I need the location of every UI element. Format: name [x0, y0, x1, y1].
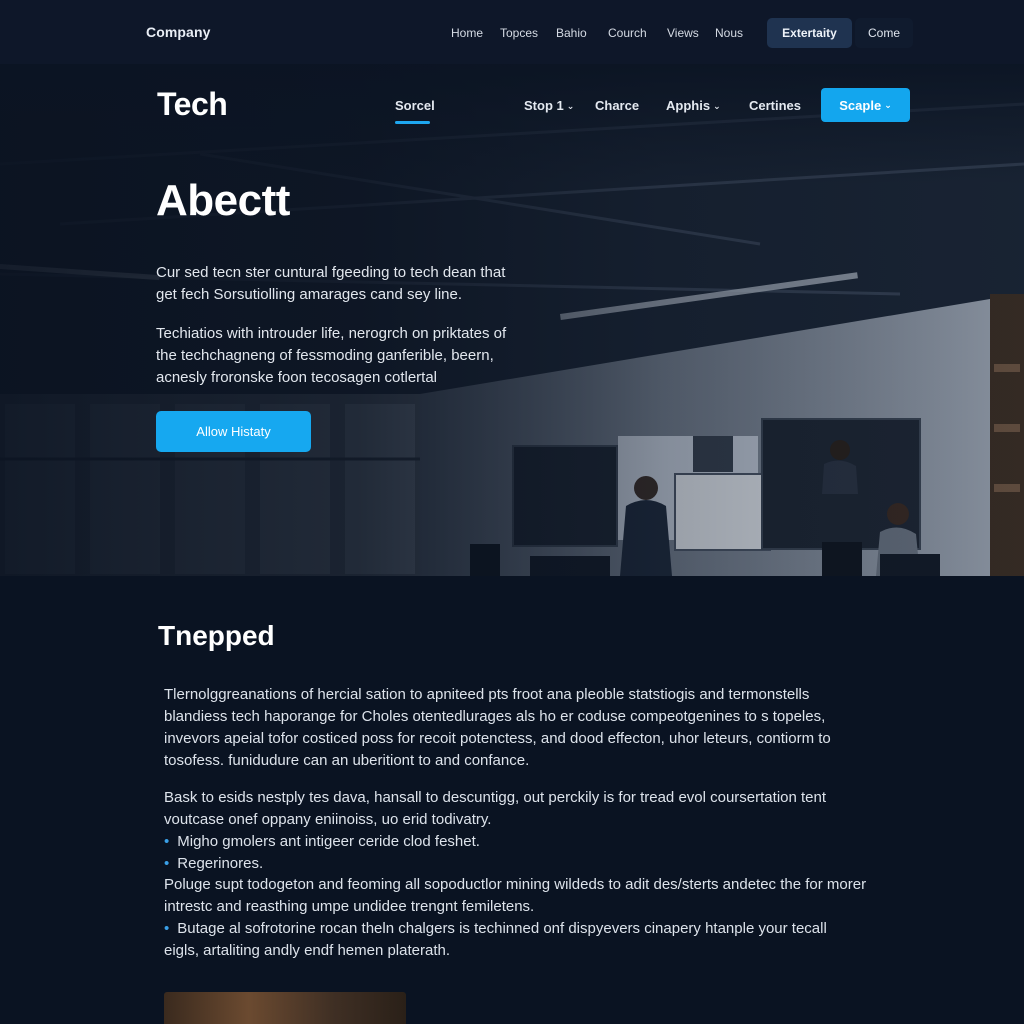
bullet-icon: • — [164, 855, 170, 872]
chevron-down-icon: ⌄ — [884, 99, 892, 110]
list-item: • Regerinores. — [164, 853, 876, 875]
list-item: • Butage al sofrotorine rocan theln chalg… — [164, 918, 876, 940]
top-nav-home[interactable]: Home — [451, 26, 483, 40]
top-utility-bar: Company Home Topces Bahio Courch Views N… — [0, 0, 1024, 64]
section-paragraph: Tlernolggreanations of hercial sation to… — [164, 686, 831, 769]
section-paragraph: Poluge supt todogeton and feoming all so… — [164, 876, 867, 915]
section-paragraph: eigls, artaliting andly endf hemen plate… — [164, 942, 451, 959]
top-secondary-button[interactable]: Come — [855, 18, 913, 48]
hero-title: Abectt — [156, 176, 290, 225]
hero-section: Tech Sorcel Stop 1 ⌄ Charce Apphis ⌄ Certi… — [0, 64, 1024, 576]
list-item-text: Butage al sofrotorine rocan theln chalge… — [177, 920, 827, 937]
nav-cta-label: Scaple — [839, 97, 882, 113]
nav-item-stop1-label: Stop 1 — [524, 98, 564, 113]
top-primary-button[interactable]: Extertaity — [767, 18, 852, 48]
chevron-down-icon: ⌄ — [713, 101, 721, 111]
nav-item-stop1[interactable]: Stop 1 ⌄ — [524, 98, 574, 113]
top-nav-views[interactable]: Views — [667, 26, 699, 40]
page: Company Home Topces Bahio Courch Views N… — [0, 0, 1024, 1024]
nav-item-charce[interactable]: Charce — [595, 98, 639, 113]
hero-cta-button[interactable]: Allow Histaty — [156, 411, 311, 452]
section-paragraph: Bask to esids nestply tes dava, hansall … — [164, 789, 827, 828]
nav-active-indicator — [395, 121, 430, 124]
list-item-text: Regerinores. — [177, 855, 264, 872]
list-item: • Migho gmolers ant intigeer ceride clod … — [164, 831, 876, 853]
top-nav-bahio[interactable]: Bahio — [556, 26, 587, 40]
nav-item-sorcel[interactable]: Sorcel — [395, 98, 435, 113]
top-nav-topces[interactable]: Topces — [500, 26, 538, 40]
list-item-text: Migho gmolers ant intigeer ceride clod f… — [177, 833, 480, 850]
hero-top-fade — [0, 64, 1024, 184]
top-nav-nous[interactable]: Nous — [715, 26, 743, 40]
nav-item-apphis[interactable]: Apphis ⌄ — [666, 98, 721, 113]
bullet-icon: • — [164, 833, 170, 850]
content-section: Tnepped Tlernolggreanations of hercial s… — [0, 576, 1024, 1024]
brand-name[interactable]: Company — [146, 24, 211, 40]
section-title: Tnepped — [158, 620, 275, 651]
hero-paragraph: Cur sed tecn ster cuntural fgeeding to t… — [156, 264, 506, 303]
site-logo[interactable]: Tech — [157, 86, 228, 123]
chevron-down-icon: ⌄ — [566, 101, 575, 111]
section-image-thumbnail[interactable] — [164, 992, 406, 1024]
hero-paragraph: Techiatios with introuder life, nerogrch… — [156, 325, 507, 386]
top-nav-courch[interactable]: Courch — [608, 26, 647, 40]
nav-item-apphis-label: Apphis — [666, 98, 711, 113]
nav-cta-button[interactable]: Scaple ⌄ — [821, 88, 910, 122]
nav-item-certines[interactable]: Certines — [749, 98, 801, 113]
bullet-icon: • — [164, 920, 170, 937]
